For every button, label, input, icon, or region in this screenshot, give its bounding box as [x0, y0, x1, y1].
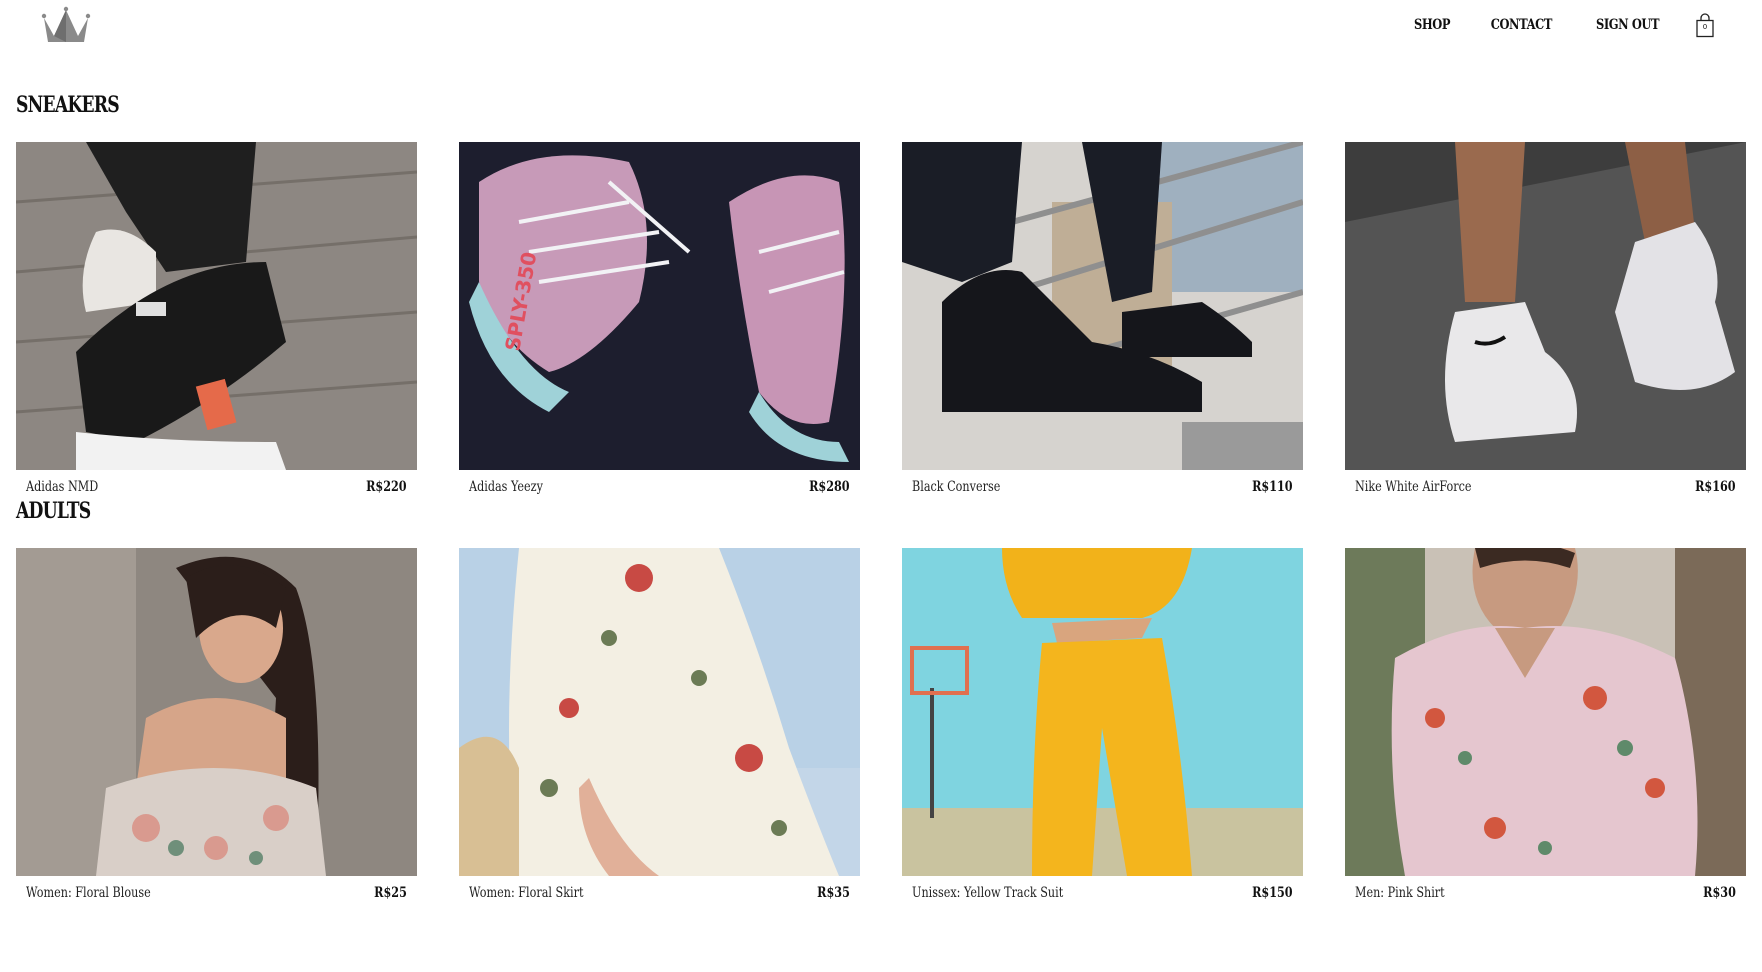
product-name: Adidas NMD	[26, 479, 99, 495]
product-name: Unissex: Yellow Track Suit	[912, 885, 1064, 901]
nav-shop-link[interactable]: SHOP	[1414, 17, 1451, 33]
product-price: R$280	[809, 479, 850, 495]
product-name: Nike White AirForce	[1355, 479, 1472, 495]
product-card[interactable]: Nike White AirForce R$160	[1345, 142, 1746, 496]
product-card[interactable]: Unissex: Yellow Track Suit R$150	[902, 548, 1303, 902]
product-name: Women: Floral Skirt	[469, 885, 584, 901]
product-card[interactable]: Men: Pink Shirt R$30	[1345, 548, 1746, 902]
product-card[interactable]: Women: Floral Blouse R$25	[16, 548, 417, 902]
product-price: R$30	[1703, 885, 1736, 901]
woman-floral-skirt-photo[interactable]	[459, 548, 860, 876]
sneaker-nike-airforce-photo[interactable]	[1345, 142, 1746, 470]
product-price: R$220	[366, 479, 407, 495]
yellow-track-suit-photo[interactable]	[902, 548, 1303, 876]
sneaker-adidas-nmd-photo[interactable]	[16, 142, 417, 470]
product-card-footer: Nike White AirForce R$160	[1345, 470, 1746, 496]
man-pink-shirt-photo[interactable]	[1345, 548, 1746, 876]
header: SHOP CONTACT SIGN OUT 0	[0, 0, 1762, 60]
sneaker-adidas-yeezy-photo[interactable]: SPLY-350	[459, 142, 860, 470]
product-name: Men: Pink Shirt	[1355, 885, 1445, 901]
product-grid-sneakers: Adidas NMD R$220 SPLY-350 Adidas Yeezy R…	[16, 142, 1746, 496]
product-card-footer: Adidas Yeezy R$280	[459, 470, 860, 496]
cart-count: 0	[1702, 23, 1708, 31]
product-card-footer: Adidas NMD R$220	[16, 470, 417, 496]
woman-floral-blouse-photo[interactable]	[16, 548, 417, 876]
nav-contact-link[interactable]: CONTACT	[1491, 17, 1553, 33]
product-price: R$160	[1695, 479, 1736, 495]
section-title-adults[interactable]: ADULTS	[16, 498, 91, 524]
product-price: R$150	[1252, 885, 1293, 901]
product-name: Women: Floral Blouse	[26, 885, 151, 901]
shopping-bag-icon[interactable]: 0	[1694, 12, 1716, 38]
product-card[interactable]: SPLY-350 Adidas Yeezy R$280	[459, 142, 860, 496]
product-card-footer: Women: Floral Blouse R$25	[16, 876, 417, 902]
product-card[interactable]: Black Converse R$110	[902, 142, 1303, 496]
main-nav: SHOP CONTACT SIGN OUT 0	[1410, 12, 1716, 38]
product-card-footer: Men: Pink Shirt R$30	[1345, 876, 1746, 902]
nav-sign-out-link[interactable]: SIGN OUT	[1596, 17, 1660, 33]
product-card[interactable]: Women: Floral Skirt R$35	[459, 548, 860, 902]
product-card-footer: Unissex: Yellow Track Suit R$150	[902, 876, 1303, 902]
section-title-sneakers[interactable]: SNEAKERS	[16, 92, 120, 118]
product-price: R$110	[1252, 479, 1293, 495]
shop-page: SHOP CONTACT SIGN OUT 0 SNEAKERS Adidas …	[0, 0, 1762, 972]
product-price: R$25	[374, 885, 407, 901]
product-card-footer: Women: Floral Skirt R$35	[459, 876, 860, 902]
product-name: Black Converse	[912, 479, 1001, 495]
product-name: Adidas Yeezy	[469, 479, 543, 495]
crown-logo-icon[interactable]	[40, 6, 92, 46]
product-grid-adults: Women: Floral Blouse R$25 Women: Floral …	[16, 548, 1746, 902]
product-card-footer: Black Converse R$110	[902, 470, 1303, 496]
product-price: R$35	[817, 885, 850, 901]
sneaker-black-converse-photo[interactable]	[902, 142, 1303, 470]
product-card[interactable]: Adidas NMD R$220	[16, 142, 417, 496]
